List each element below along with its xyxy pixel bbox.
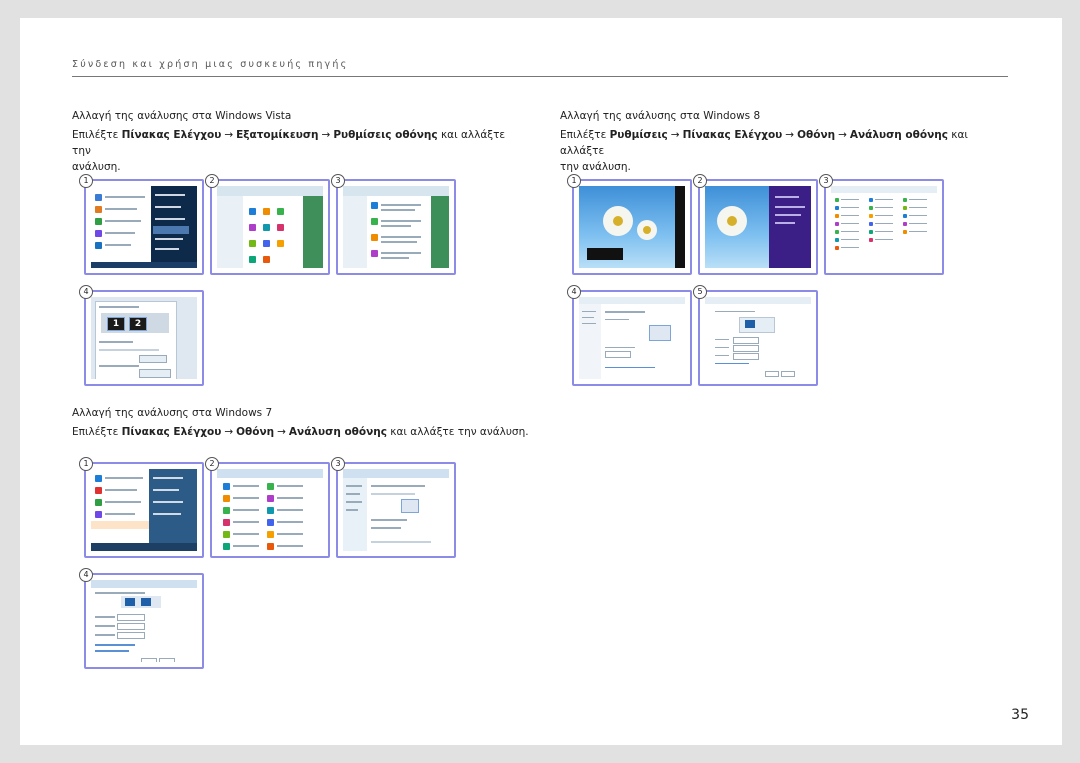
vista-lead: Επιλέξτε bbox=[72, 129, 119, 141]
step-badge: 3 bbox=[331, 457, 345, 471]
vista-instruction: Επιλέξτε Πίνακας Ελέγχου → Εξατομίκευση → Ρυ… bbox=[72, 127, 512, 175]
step-badge: 1 bbox=[79, 174, 93, 188]
win7-lead: Επιλέξτε bbox=[72, 426, 119, 438]
arrow-icon: → bbox=[321, 129, 331, 141]
win8-screenshot-charms bbox=[572, 179, 692, 275]
win8-screenshot-resolution bbox=[698, 290, 818, 386]
monitor-2-icon: 2 bbox=[129, 317, 147, 331]
vista-screenshot-personalization bbox=[336, 179, 456, 275]
vista-screenshot-display-settings: 1 2 bbox=[84, 290, 204, 386]
step-badge: 4 bbox=[567, 285, 581, 299]
step-badge: 1 bbox=[79, 457, 93, 471]
vista-tail-2: ανάλυση. bbox=[72, 161, 121, 173]
monitor-1-icon: 1 bbox=[107, 317, 125, 331]
vista-step-personalization: Εξατομίκευση bbox=[236, 129, 319, 141]
win7-screenshot-display bbox=[336, 462, 456, 558]
step-badge: 2 bbox=[693, 174, 707, 188]
win8-screenshot-settings bbox=[698, 179, 818, 275]
win7-step-control-panel: Πίνακας Ελέγχου bbox=[121, 426, 222, 438]
step-badge: 3 bbox=[331, 174, 345, 188]
win8-step-display: Οθόνη bbox=[797, 129, 836, 141]
arrow-icon: → bbox=[785, 129, 795, 141]
section-header: Σύνδεση και χρήση μιας συσκευής πηγής bbox=[72, 59, 349, 70]
arrow-icon: → bbox=[670, 129, 680, 141]
win7-step-resolution: Ανάλυση οθόνης bbox=[288, 426, 387, 438]
win8-step-control-panel: Πίνακας Ελέγχου bbox=[682, 129, 783, 141]
vista-screenshot-control-panel bbox=[210, 179, 330, 275]
arrow-icon: → bbox=[277, 426, 286, 438]
arrow-icon: → bbox=[838, 129, 847, 141]
step-badge: 4 bbox=[79, 285, 93, 299]
win8-step-settings: Ρυθμίσεις bbox=[609, 129, 668, 141]
win8-section-title: Αλλαγή της ανάλυσης στα Windows 8 bbox=[560, 110, 761, 122]
win8-screenshot-control-panel bbox=[824, 179, 944, 275]
win7-screenshot-resolution bbox=[84, 573, 204, 669]
win8-lead: Επιλέξτε bbox=[560, 129, 607, 141]
arrow-icon: → bbox=[224, 129, 234, 141]
win8-step-resolution: Ανάλυση οθόνης bbox=[849, 129, 948, 141]
win8-tail-2: την ανάλυση. bbox=[560, 161, 631, 173]
win7-tail: και αλλάξτε την ανάλυση. bbox=[390, 426, 529, 438]
document-page: Σύνδεση και χρήση μιας συσκευής πηγής Αλ… bbox=[20, 18, 1062, 745]
vista-step-control-panel: Πίνακας Ελέγχου bbox=[121, 129, 222, 141]
vista-screenshot-start-menu bbox=[84, 179, 204, 275]
win8-screenshot-display bbox=[572, 290, 692, 386]
step-badge: 5 bbox=[693, 285, 707, 299]
header-divider bbox=[72, 76, 1008, 77]
step-badge: 4 bbox=[79, 568, 93, 582]
step-badge: 2 bbox=[205, 174, 219, 188]
win7-section-title: Αλλαγή της ανάλυσης στα Windows 7 bbox=[72, 407, 273, 419]
vista-step-display-settings: Ρυθμίσεις οθόνης bbox=[333, 129, 438, 141]
step-badge: 1 bbox=[567, 174, 581, 188]
win7-screenshot-control-panel bbox=[210, 462, 330, 558]
step-badge: 3 bbox=[819, 174, 833, 188]
win8-instruction: Επιλέξτε Ρυθμίσεις → Πίνακας Ελέγχου → Οθόνη… bbox=[560, 127, 1000, 175]
win7-step-display: Οθόνη bbox=[236, 426, 275, 438]
win7-instruction: Επιλέξτε Πίνακας Ελέγχου → Οθόνη → Ανάλυση ο… bbox=[72, 424, 532, 440]
vista-section-title: Αλλαγή της ανάλυσης στα Windows Vista bbox=[72, 110, 292, 122]
page-number: 35 bbox=[1011, 707, 1029, 723]
arrow-icon: → bbox=[224, 426, 234, 438]
win7-screenshot-start-menu bbox=[84, 462, 204, 558]
step-badge: 2 bbox=[205, 457, 219, 471]
